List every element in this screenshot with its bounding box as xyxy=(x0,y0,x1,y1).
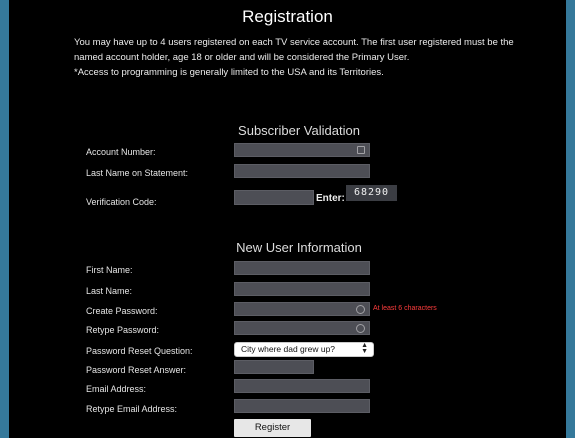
retype-password-field[interactable] xyxy=(234,321,370,335)
create-password-label: Create Password: xyxy=(86,306,158,316)
account-number-label: Account Number: xyxy=(86,147,156,157)
create-password-field[interactable] xyxy=(234,302,370,316)
retype-password-label: Retype Password: xyxy=(86,325,160,335)
last-name-label: Last Name: xyxy=(86,286,133,296)
email-label: Email Address: xyxy=(86,384,147,394)
retype-email-field[interactable] xyxy=(234,399,370,413)
reset-answer-field[interactable] xyxy=(234,360,314,374)
registration-panel: Registration You may have up to 4 users … xyxy=(9,0,566,438)
register-button[interactable]: Register xyxy=(234,419,311,437)
captcha-image: 68290 xyxy=(346,185,397,201)
reset-question-select[interactable]: City where dad grew up? ▲ ▼ xyxy=(234,342,374,357)
page-title: Registration xyxy=(242,7,333,26)
reset-question-value: City where dad grew up? xyxy=(241,344,336,354)
territory-note: *Access to programming is generally limi… xyxy=(74,67,384,78)
enter-label: Enter: xyxy=(316,193,345,204)
reset-question-label: Password Reset Question: xyxy=(86,346,193,356)
email-field[interactable] xyxy=(234,379,370,393)
password-hint: At least 6 characters xyxy=(373,305,437,312)
chevron-up-down-icon: ▲ ▼ xyxy=(361,342,368,355)
password-key-icon xyxy=(356,324,365,333)
last-name-field[interactable] xyxy=(234,282,370,296)
autofill-icon xyxy=(357,146,365,154)
password-key-icon xyxy=(356,305,365,314)
last-name-statement-label: Last Name on Statement: xyxy=(86,168,189,178)
reset-answer-label: Password Reset Answer: xyxy=(86,365,187,375)
verification-code-field[interactable] xyxy=(234,190,314,205)
intro-text: You may have up to 4 users registered on… xyxy=(74,35,544,80)
new-user-heading: New User Information xyxy=(236,240,362,255)
first-name-field[interactable] xyxy=(234,261,370,275)
account-number-field[interactable] xyxy=(234,143,370,157)
subscriber-validation-heading: Subscriber Validation xyxy=(238,123,360,138)
last-name-statement-field[interactable] xyxy=(234,164,370,178)
verification-code-label: Verification Code: xyxy=(86,197,157,207)
retype-email-label: Retype Email Address: xyxy=(86,404,178,414)
intro-paragraph: You may have up to 4 users registered on… xyxy=(74,37,514,63)
first-name-label: First Name: xyxy=(86,265,133,275)
